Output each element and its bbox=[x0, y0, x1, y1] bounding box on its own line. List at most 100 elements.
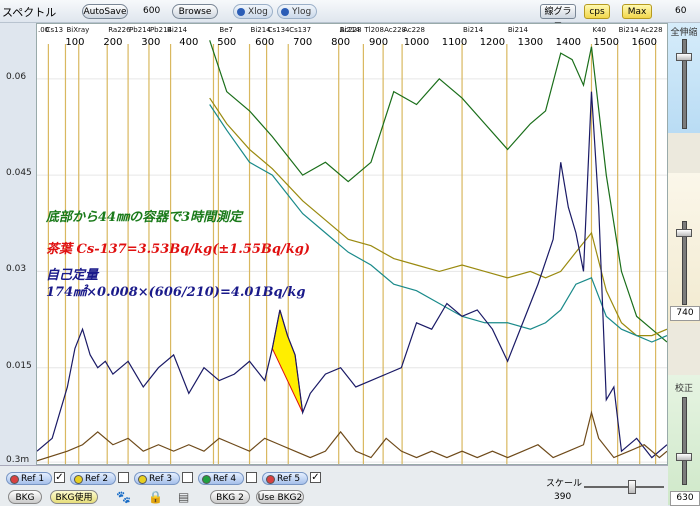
nuclide-label: Ac228 bbox=[403, 26, 425, 34]
ref-5-checkbox[interactable]: ✓ bbox=[310, 472, 321, 483]
calibration-value: 630 bbox=[670, 491, 700, 506]
xlog-label: Xlog bbox=[248, 7, 268, 17]
nuclide-label: Ac228 bbox=[641, 26, 663, 34]
bkg2-button[interactable]: BKG 2 bbox=[210, 490, 250, 504]
ref-3-checkbox[interactable] bbox=[182, 472, 193, 483]
nuclide-label: Bi214 bbox=[619, 26, 640, 34]
nuclide-label: Pb214 bbox=[129, 26, 152, 34]
ref-4-button[interactable]: Ref 4 bbox=[198, 472, 244, 485]
line-graph-button[interactable]: 線グラフ bbox=[540, 4, 576, 32]
scale-label: スケール bbox=[546, 479, 583, 489]
y-tick-label: 0.045 bbox=[6, 168, 32, 179]
nuclide-label: Tl208 bbox=[363, 26, 384, 34]
x-tick-label: 100 bbox=[65, 37, 84, 48]
toolbar: スペクトル AutoSave 600 Browse Xlog Ylog 線グラフ… bbox=[0, 0, 700, 32]
height-slider-thumb[interactable] bbox=[676, 229, 692, 237]
x-tick-label: 500 bbox=[217, 37, 236, 48]
ref-3-label: Ref 3 bbox=[149, 474, 173, 484]
nuclide-label: Be7 bbox=[219, 26, 233, 34]
y-tick-label: 0.06 bbox=[6, 71, 27, 82]
ylog-label: Ylog bbox=[292, 7, 312, 17]
scale-value: 390 bbox=[554, 492, 572, 502]
y-tick-label: 0.3m bbox=[6, 455, 30, 466]
x-tick-label: 1300 bbox=[518, 37, 543, 48]
nuclide-label: Bi214 bbox=[508, 26, 529, 34]
browse-button[interactable]: Browse bbox=[172, 4, 218, 19]
autosave-button[interactable]: AutoSave bbox=[82, 4, 128, 19]
x-tick-label: 1500 bbox=[594, 37, 619, 48]
nuclide-label: Bi214 bbox=[167, 26, 188, 34]
bkg-button[interactable]: BKG bbox=[8, 490, 42, 504]
x-tick-label: 600 bbox=[255, 37, 274, 48]
window-title: スペクトル bbox=[2, 6, 57, 19]
y-tick-label: 0.03 bbox=[6, 264, 27, 275]
ref-4-checkbox[interactable] bbox=[246, 472, 257, 483]
nuclide-label: Cs13 bbox=[46, 26, 63, 34]
nuclide-label: Cs137 bbox=[289, 26, 311, 34]
height-value: 740 bbox=[670, 306, 700, 321]
top-right-value: 60 bbox=[675, 6, 687, 16]
x-tick-label: 900 bbox=[369, 37, 388, 48]
x-tick-label: 800 bbox=[331, 37, 350, 48]
x-tick-label: 1200 bbox=[480, 37, 505, 48]
xlog-radio-icon bbox=[237, 8, 245, 16]
x-tick-label: 400 bbox=[179, 37, 198, 48]
ref-2-button[interactable]: Ref 2 bbox=[70, 472, 116, 485]
nuclide-label: Bi214 bbox=[340, 26, 361, 34]
use-bkg2-button[interactable]: Use BKG2 bbox=[256, 490, 304, 504]
autosave-interval: 600 bbox=[143, 6, 161, 16]
nuclide-label: K40 bbox=[592, 26, 606, 34]
ref-3-button[interactable]: Ref 3 bbox=[134, 472, 180, 485]
ref-5-label: Ref 5 bbox=[277, 474, 301, 484]
ref-4-dot-icon bbox=[202, 475, 211, 484]
cps-button[interactable]: cps bbox=[584, 4, 610, 19]
scale-control: スケール 390 bbox=[540, 465, 668, 506]
nuclide-label: BiXray bbox=[66, 26, 89, 34]
x-tick-label: 1600 bbox=[632, 37, 657, 48]
series-line-2 bbox=[209, 104, 667, 343]
x-tick-label: 300 bbox=[141, 37, 160, 48]
series-line-4 bbox=[37, 410, 667, 462]
ref-1-dot-icon bbox=[10, 475, 19, 484]
scale-slider-thumb[interactable] bbox=[628, 480, 636, 494]
ref-2-label: Ref 2 bbox=[85, 474, 109, 484]
height-label: 高さ bbox=[698, 195, 700, 213]
ref-5-dot-icon bbox=[266, 475, 275, 484]
x-tick-label: 700 bbox=[293, 37, 312, 48]
annotation-tea-result: 茶葉 Cs-137=3.53Bq/kg(±1.55Bq/kg) bbox=[46, 242, 310, 257]
right-panel: 全伸縮 高さ 740 校正 630 bbox=[668, 23, 700, 506]
x-tick-label: 200 bbox=[103, 37, 122, 48]
ref-4-label: Ref 4 bbox=[213, 474, 237, 484]
calibration-label: 校正 bbox=[674, 384, 693, 394]
zoom-slider-thumb[interactable] bbox=[676, 53, 692, 61]
xlog-toggle[interactable]: Xlog bbox=[233, 4, 273, 19]
nuclide-label: Bi214 bbox=[463, 26, 484, 34]
ref-1-button[interactable]: Ref 1 bbox=[6, 472, 52, 485]
lock-icon[interactable]: 🔒 bbox=[148, 490, 163, 504]
zoom-label: 全伸縮 bbox=[670, 28, 698, 38]
max-button[interactable]: Max bbox=[622, 4, 652, 19]
clipboard-icon[interactable]: ▤ bbox=[178, 490, 189, 504]
x-tick-label: 1000 bbox=[404, 37, 429, 48]
ref-3-dot-icon bbox=[138, 475, 147, 484]
ylog-toggle[interactable]: Ylog bbox=[277, 4, 317, 19]
y-tick-label: 0.015 bbox=[6, 360, 32, 371]
bkg-use-button[interactable]: BKG使用 bbox=[50, 490, 98, 504]
ref-2-dot-icon bbox=[74, 475, 83, 484]
x-tick-label: 1100 bbox=[442, 37, 467, 48]
series-line-3 bbox=[37, 91, 667, 459]
calibration-slider-thumb[interactable] bbox=[676, 453, 692, 461]
annotation-measurement: 底部から44㎜の容器で3時間測定 bbox=[46, 210, 243, 225]
ref-5-button[interactable]: Ref 5 bbox=[262, 472, 308, 485]
nuclide-label: Cs134 bbox=[268, 26, 290, 34]
annotation-self-quant-formula: 174㎟×0.008×(606/210)=4.01Bq/kg bbox=[46, 285, 306, 300]
calibration-slider-track[interactable] bbox=[682, 397, 687, 485]
x-tick-label: 1400 bbox=[556, 37, 581, 48]
ref-2-checkbox[interactable] bbox=[118, 472, 129, 483]
ref-1-checkbox[interactable]: ✓ bbox=[54, 472, 65, 483]
paw-icon[interactable]: 🐾 bbox=[116, 490, 131, 504]
ylog-radio-icon bbox=[281, 8, 289, 16]
ref-1-label: Ref 1 bbox=[21, 474, 45, 484]
nuclide-label: Ra226 bbox=[108, 26, 131, 34]
scale-slider-track[interactable] bbox=[584, 486, 664, 488]
